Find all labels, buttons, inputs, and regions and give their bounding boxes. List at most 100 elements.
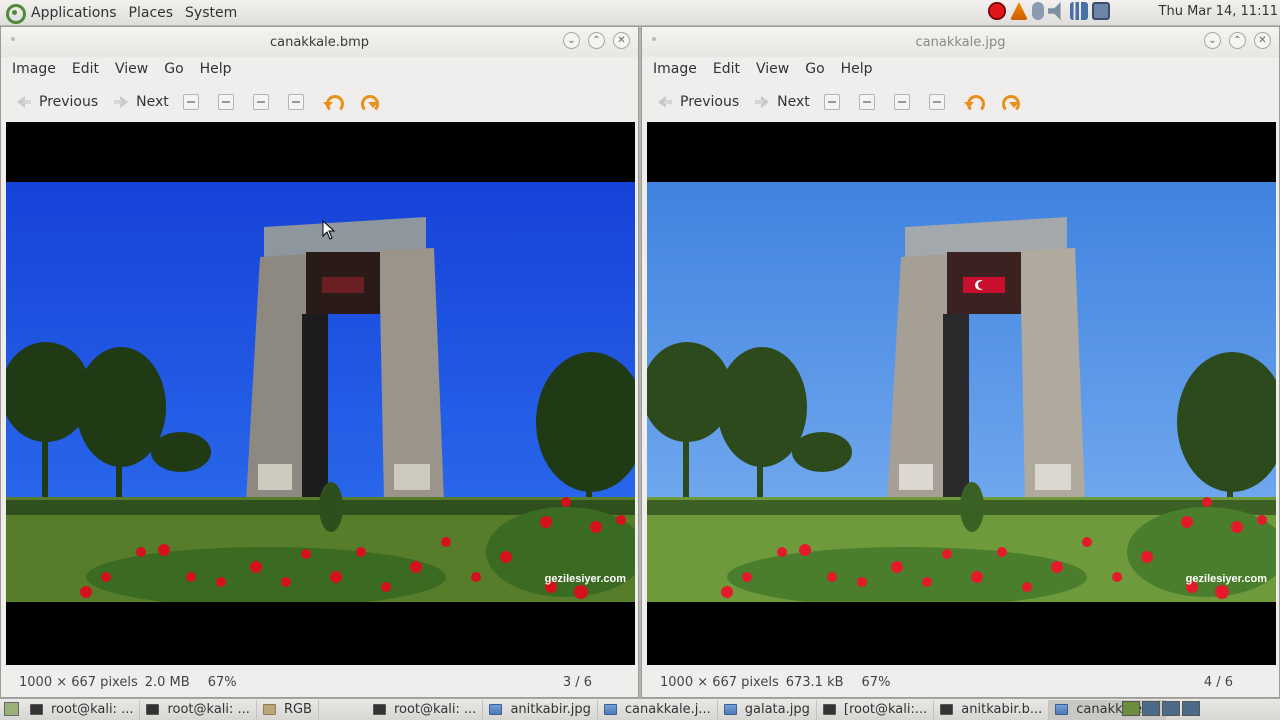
rotate-left-icon[interactable] [963, 92, 985, 113]
taskbar: root@kali: ... root@kali: ... RGB root@k… [0, 698, 1280, 720]
menu-edit[interactable]: Edit [72, 61, 99, 77]
file-size: 2.0 MB [144, 674, 190, 690]
photo-canakkale-memorial: gezilesiyer.com [6, 182, 635, 602]
taskbar-item-terminal[interactable]: root@kali: ... [140, 699, 257, 720]
printer-icon[interactable] [1092, 2, 1110, 20]
rotate-left-icon[interactable] [322, 92, 344, 113]
next-label: Next [777, 94, 810, 110]
system-tray [988, 2, 1110, 20]
folder-icon [262, 704, 276, 715]
menu-view[interactable]: View [115, 61, 148, 77]
image-dimensions: 1000 × 667 pixels [19, 674, 138, 690]
top-menu-places[interactable]: Places [129, 5, 174, 21]
top-panel: Applications Places System Thu Mar 14, 1… [0, 0, 1280, 26]
zoom-fit-icon[interactable] [928, 94, 945, 110]
vlc-icon[interactable] [1010, 2, 1028, 20]
minimize-button[interactable]: ⌄ [563, 32, 580, 49]
zoom-in-icon[interactable] [823, 94, 840, 110]
workspace-1[interactable] [1122, 701, 1140, 716]
network-icon[interactable] [1070, 2, 1088, 20]
taskbar-item-terminal[interactable]: anitkabir.b... [934, 699, 1050, 720]
menu-help[interactable]: Help [841, 61, 873, 77]
image-icon [603, 704, 617, 715]
previous-label: Previous [39, 94, 99, 110]
microphone-icon[interactable] [1032, 2, 1044, 20]
zoom-out-icon[interactable] [217, 94, 234, 110]
close-button[interactable]: ✕ [1254, 32, 1271, 49]
rotate-right-icon[interactable] [999, 92, 1020, 113]
top-menu-applications[interactable]: Applications [31, 5, 117, 21]
terminal-icon [146, 704, 160, 715]
next-label: Next [136, 94, 169, 110]
menu-go[interactable]: Go [164, 61, 183, 77]
menu-help[interactable]: Help [200, 61, 232, 77]
show-desktop-icon[interactable] [4, 702, 19, 716]
taskbar-item-terminal[interactable]: root@kali: ... [24, 699, 141, 720]
image-icon [723, 704, 737, 715]
task-label: root@kali: ... [51, 702, 134, 717]
arrow-left-icon [656, 93, 674, 111]
taskbar-item-terminal[interactable]: root@kali: ... [367, 699, 484, 720]
previous-label: Previous [680, 94, 740, 110]
task-label: RGB [283, 702, 312, 717]
menu-view[interactable]: View [756, 61, 789, 77]
volume-icon[interactable] [1048, 2, 1061, 20]
task-label: anitkabir.b... [961, 702, 1043, 717]
rotate-right-icon[interactable] [358, 92, 379, 113]
image-view[interactable]: gezilesiyer.com [6, 122, 635, 665]
zoom-normal-icon[interactable] [893, 94, 910, 110]
workspace-3[interactable] [1162, 701, 1180, 716]
top-menu-system[interactable]: System [185, 5, 237, 21]
task-label: galata.jpg [744, 702, 810, 717]
menu-image[interactable]: Image [653, 61, 697, 77]
zoom-in-icon[interactable] [182, 94, 199, 110]
menu-go[interactable]: Go [805, 61, 824, 77]
task-label: [root@kali:... [843, 702, 928, 717]
terminal-icon [30, 704, 43, 715]
photo-canakkale-memorial: gezilesiyer.com [647, 182, 1276, 602]
maximize-button[interactable]: ⌃ [1229, 32, 1246, 49]
close-button[interactable]: ✕ [613, 32, 630, 49]
image-icon [489, 704, 503, 715]
taskbar-item-image[interactable]: anitkabir.jpg [483, 699, 598, 720]
previous-button[interactable]: Previous [15, 93, 98, 111]
zoom-fit-icon[interactable] [287, 94, 304, 110]
arrow-right-icon [753, 93, 771, 111]
mouse-cursor-icon [322, 220, 336, 240]
image-dimensions: 1000 × 667 pixels [660, 674, 779, 690]
menu-image[interactable]: Image [12, 61, 56, 77]
taskbar-item-image[interactable]: galata.jpg [718, 699, 817, 720]
taskbar-item-image[interactable]: canakkale.j... [598, 699, 718, 720]
task-label: canakkale.j... [624, 702, 711, 717]
menu-edit[interactable]: Edit [713, 61, 740, 77]
image-viewer-window-right: canakkale.jpg ⌄ ⌃ ✕ Image Edit View Go H… [641, 26, 1280, 698]
task-label: root@kali: ... [167, 702, 250, 717]
clock[interactable]: Thu Mar 14, 11:11 [1159, 4, 1278, 19]
zoom-out-icon[interactable] [858, 94, 875, 110]
previous-button[interactable]: Previous [656, 93, 739, 111]
minimize-button[interactable]: ⌄ [1204, 32, 1221, 49]
arrow-right-icon [112, 93, 130, 111]
zoom-level: 67% [861, 674, 891, 690]
image-position: 3 / 6 [562, 674, 592, 690]
taskbar-item-terminal[interactable]: [root@kali:... [817, 699, 935, 720]
terminal-icon [372, 704, 386, 715]
workspace-2[interactable] [1142, 701, 1160, 716]
menubar: Image Edit View Go Help [642, 57, 1279, 81]
kali-menu-icon[interactable] [4, 2, 26, 24]
next-button[interactable]: Next [112, 93, 169, 111]
terminal-icon [940, 704, 954, 715]
next-button[interactable]: Next [753, 93, 810, 111]
zoom-normal-icon[interactable] [252, 94, 269, 110]
workspace-4[interactable] [1182, 701, 1200, 716]
taskbar-item-folder[interactable]: RGB [257, 699, 319, 720]
titlebar[interactable]: canakkale.jpg ⌄ ⌃ ✕ [642, 27, 1279, 57]
record-icon[interactable] [988, 2, 1006, 20]
task-label: anitkabir.jpg [510, 702, 591, 717]
watermark: gezilesiyer.com [545, 573, 627, 585]
image-view[interactable]: gezilesiyer.com [647, 122, 1276, 665]
maximize-button[interactable]: ⌃ [588, 32, 605, 49]
zoom-level: 67% [207, 674, 237, 690]
titlebar[interactable]: canakkale.bmp ⌄ ⌃ ✕ [1, 27, 638, 57]
statusbar: 1000 × 667 pixels 2.0 MB 67% 3 / 6 [1, 665, 638, 697]
